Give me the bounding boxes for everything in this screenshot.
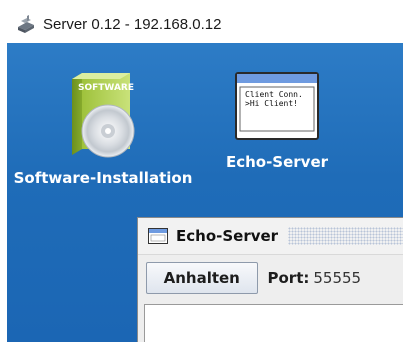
desktop-icon-echo-server[interactable]: Client Conn. >Hi Client! Echo-Server bbox=[217, 71, 337, 171]
desktop-icon-software-installation[interactable]: SOFTWARE Software-Installation bbox=[13, 69, 193, 187]
port-field[interactable]: 55555 bbox=[313, 264, 403, 292]
echo-output-area[interactable] bbox=[144, 304, 403, 342]
window-titlebar[interactable]: Server 0.12 - 192.168.0.12 bbox=[7, 5, 403, 43]
console-line: Client Conn. bbox=[245, 90, 303, 99]
desktop-icon-label: Echo-Server bbox=[225, 153, 329, 171]
software-box-label: SOFTWARE bbox=[78, 83, 134, 93]
desktop-area: SOFTWARE Software-Installation Client Co… bbox=[7, 43, 403, 342]
echo-window-titlebar[interactable]: Echo-Server bbox=[138, 218, 403, 255]
echo-window-title: Echo-Server bbox=[176, 227, 279, 245]
console-line: >Hi Client! bbox=[245, 99, 298, 108]
desktop-icon-label: Software-Installation bbox=[13, 169, 193, 187]
echo-server-window: Echo-Server Anhalten Port: 55555 bbox=[137, 217, 403, 342]
titlebar-grip bbox=[288, 227, 403, 245]
server-app-icon bbox=[18, 15, 34, 33]
port-label: Port: bbox=[267, 269, 310, 287]
window-title: Server 0.12 - 192.168.0.12 bbox=[43, 15, 222, 33]
server-window: Server 0.12 - 192.168.0.12 SOFTWARE Soft… bbox=[7, 5, 403, 342]
echo-toolbar: Anhalten Port: 55555 bbox=[138, 255, 403, 301]
stop-button[interactable]: Anhalten bbox=[146, 262, 258, 294]
window-icon bbox=[148, 228, 168, 244]
